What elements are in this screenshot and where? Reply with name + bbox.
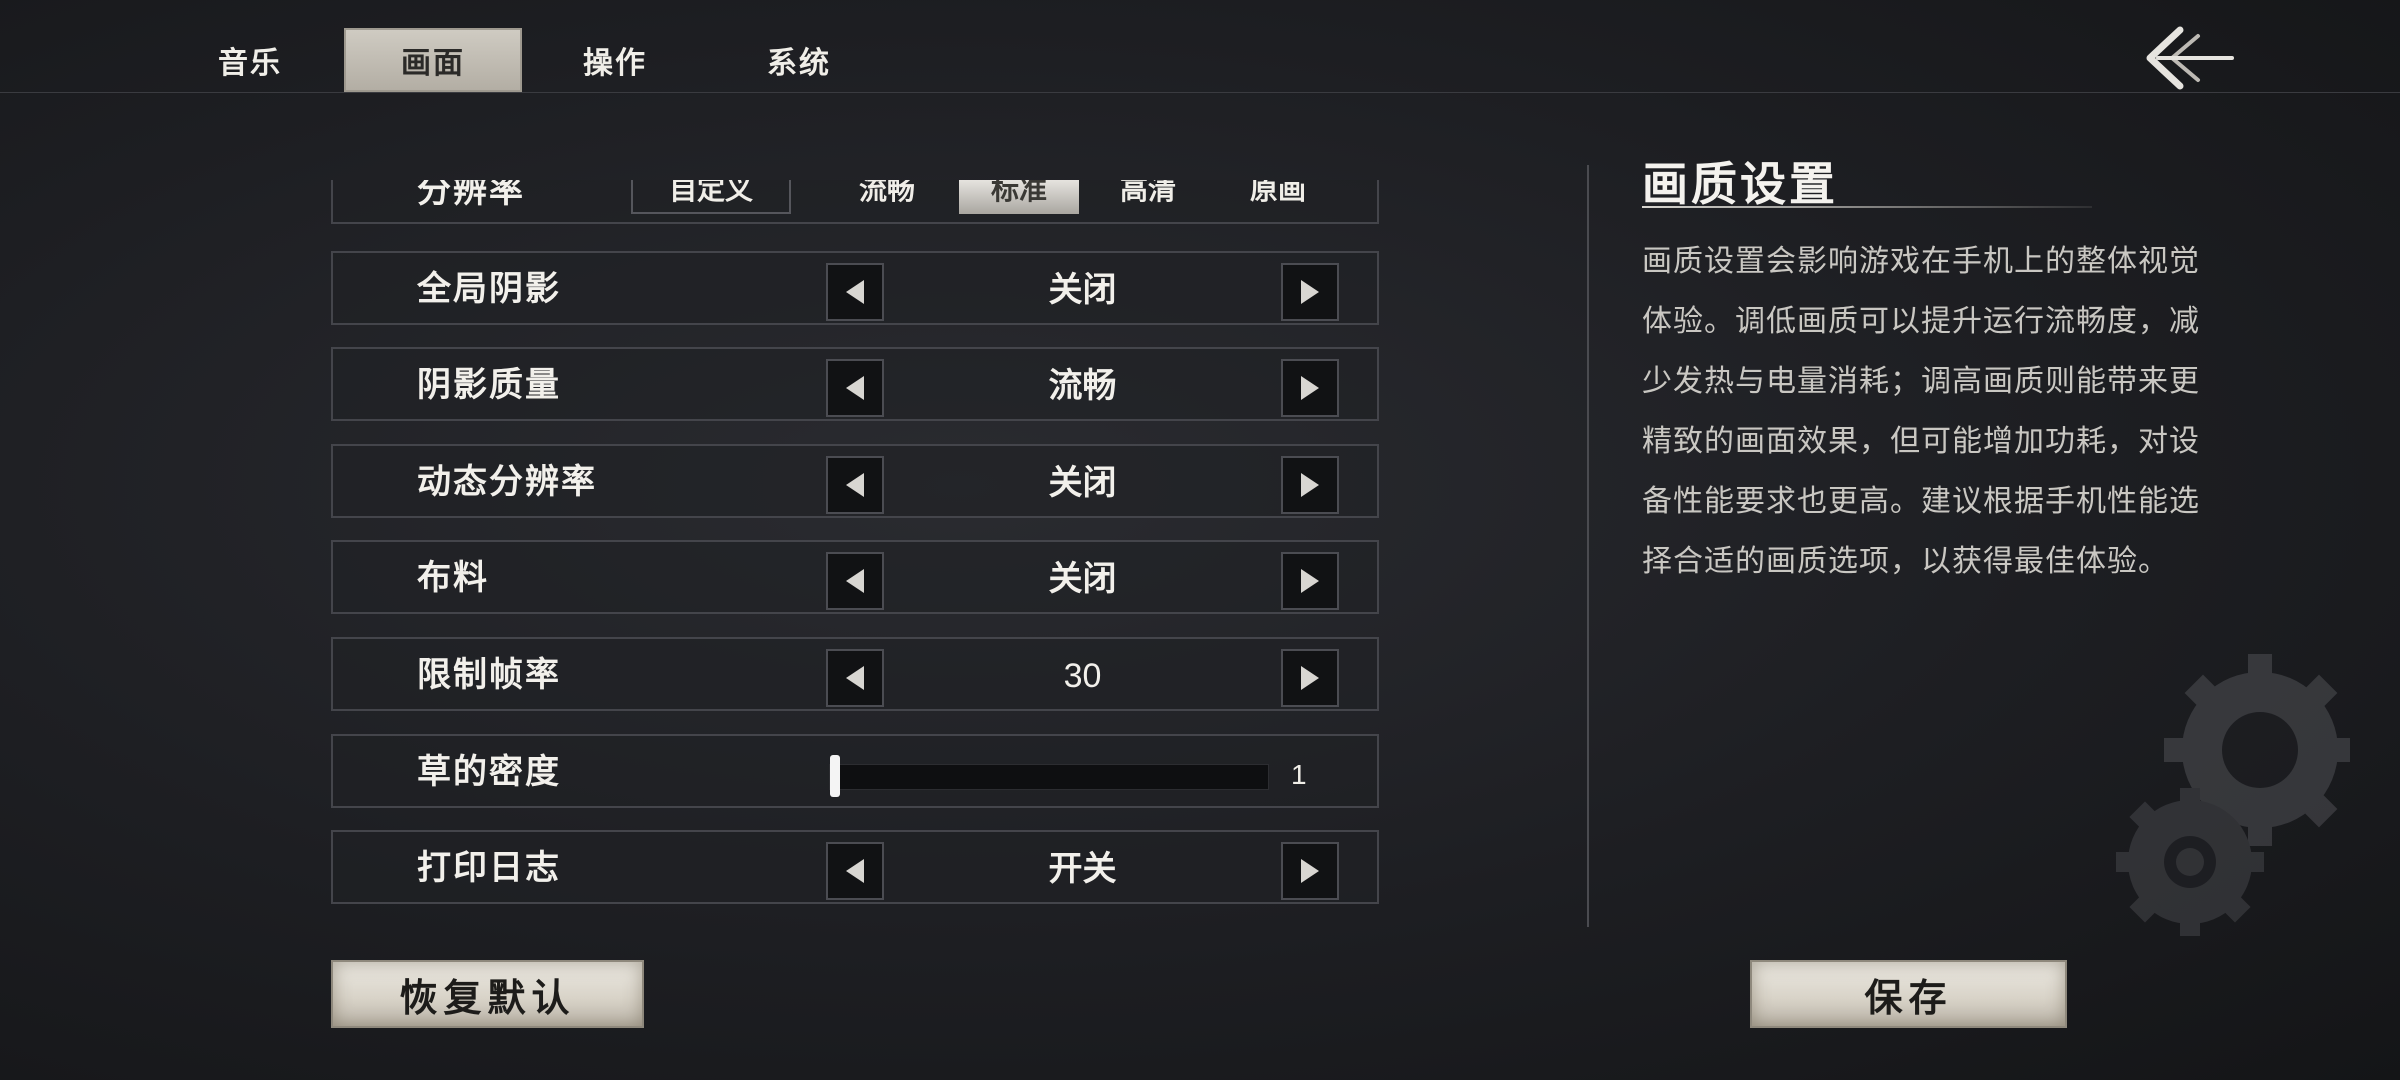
slider-thumb[interactable] xyxy=(830,755,840,797)
setting-label: 全局阴影 xyxy=(417,269,561,309)
setting-label: 动态分辨率 xyxy=(417,462,597,502)
next-button[interactable] xyxy=(1281,842,1339,900)
triangle-right-icon xyxy=(1301,859,1319,883)
triangle-left-icon xyxy=(846,473,864,497)
setting-label: 布料 xyxy=(417,558,489,598)
back-button[interactable] xyxy=(2140,18,2240,98)
back-arrow-icon xyxy=(2146,26,2234,90)
setting-row-cloth: 布料 关闭 xyxy=(331,540,1379,614)
setting-row-print-log: 打印日志 开关 xyxy=(331,830,1379,904)
triangle-left-icon xyxy=(846,569,864,593)
resolution-label: 分辨率 xyxy=(417,180,525,211)
setting-value: 开关 xyxy=(1048,849,1117,889)
title-underline xyxy=(1642,206,2092,208)
save-button[interactable]: 保存 xyxy=(1750,960,2067,1028)
resolution-option-original[interactable]: 原画 xyxy=(1218,180,1338,214)
setting-value: 关闭 xyxy=(1048,463,1117,503)
setting-label: 限制帧率 xyxy=(417,655,561,695)
setting-row-frame-limit: 限制帧率 30 xyxy=(331,637,1379,711)
triangle-left-icon xyxy=(846,666,864,690)
top-tab-bar: 音乐 画面 操作 系统 xyxy=(0,0,2400,93)
triangle-right-icon xyxy=(1301,666,1319,690)
resolution-option-custom[interactable]: 自定义 xyxy=(631,180,791,214)
next-button[interactable] xyxy=(1281,359,1339,417)
setting-row-global-shadow: 全局阴影 关闭 xyxy=(331,251,1379,325)
resolution-option-smooth[interactable]: 流畅 xyxy=(827,180,947,214)
prev-button[interactable] xyxy=(826,263,884,321)
prev-button[interactable] xyxy=(826,649,884,707)
setting-value: 流畅 xyxy=(1048,366,1117,406)
resolution-option-standard[interactable]: 标准 xyxy=(959,180,1079,214)
setting-label: 打印日志 xyxy=(417,848,561,888)
panel-divider xyxy=(1587,165,1589,927)
slider-value: 1 xyxy=(1291,759,1307,790)
resolution-option-hd[interactable]: 高清 xyxy=(1088,180,1208,214)
tab-system[interactable]: 系统 xyxy=(709,28,889,92)
setting-row-grass-density: 草的密度 1 xyxy=(331,734,1379,808)
setting-row-shadow-quality: 阴影质量 流畅 xyxy=(331,347,1379,421)
setting-value: 30 xyxy=(1063,657,1102,695)
setting-label: 草的密度 xyxy=(417,752,561,792)
setting-value: 关闭 xyxy=(1048,270,1117,310)
triangle-left-icon xyxy=(846,376,864,400)
reset-defaults-button[interactable]: 恢复默认 xyxy=(331,960,644,1028)
prev-button[interactable] xyxy=(826,359,884,417)
info-description: 画质设置会影响游戏在手机上的整体视觉体验。调低画质可以提升运行流畅度，减少发热与… xyxy=(1642,244,2200,579)
next-button[interactable] xyxy=(1281,552,1339,610)
tab-graphics[interactable]: 画面 xyxy=(344,28,522,92)
triangle-right-icon xyxy=(1301,376,1319,400)
resolution-row: 分辨率 自定义 流畅 标准 高清 原画 xyxy=(331,180,1379,224)
grass-density-slider[interactable] xyxy=(829,755,1269,797)
setting-row-dynamic-resolution: 动态分辨率 关闭 xyxy=(331,444,1379,518)
next-button[interactable] xyxy=(1281,649,1339,707)
triangle-right-icon xyxy=(1301,280,1319,304)
setting-value: 关闭 xyxy=(1048,559,1117,599)
prev-button[interactable] xyxy=(826,842,884,900)
gear-icon xyxy=(2116,654,2350,936)
setting-label: 阴影质量 xyxy=(417,365,561,405)
next-button[interactable] xyxy=(1281,456,1339,514)
triangle-right-icon xyxy=(1301,569,1319,593)
triangle-left-icon xyxy=(846,280,864,304)
next-button[interactable] xyxy=(1281,263,1339,321)
tab-music[interactable]: 音乐 xyxy=(160,28,340,92)
prev-button[interactable] xyxy=(826,456,884,514)
info-title: 画质设置 xyxy=(1642,157,1838,211)
triangle-left-icon xyxy=(846,859,864,883)
settings-list[interactable]: 分辨率 自定义 流畅 标准 高清 原画 全局阴影 关闭 阴影质量 流畅 动态分辨… xyxy=(331,180,1381,906)
prev-button[interactable] xyxy=(826,552,884,610)
tab-controls[interactable]: 操作 xyxy=(525,28,705,92)
triangle-right-icon xyxy=(1301,473,1319,497)
